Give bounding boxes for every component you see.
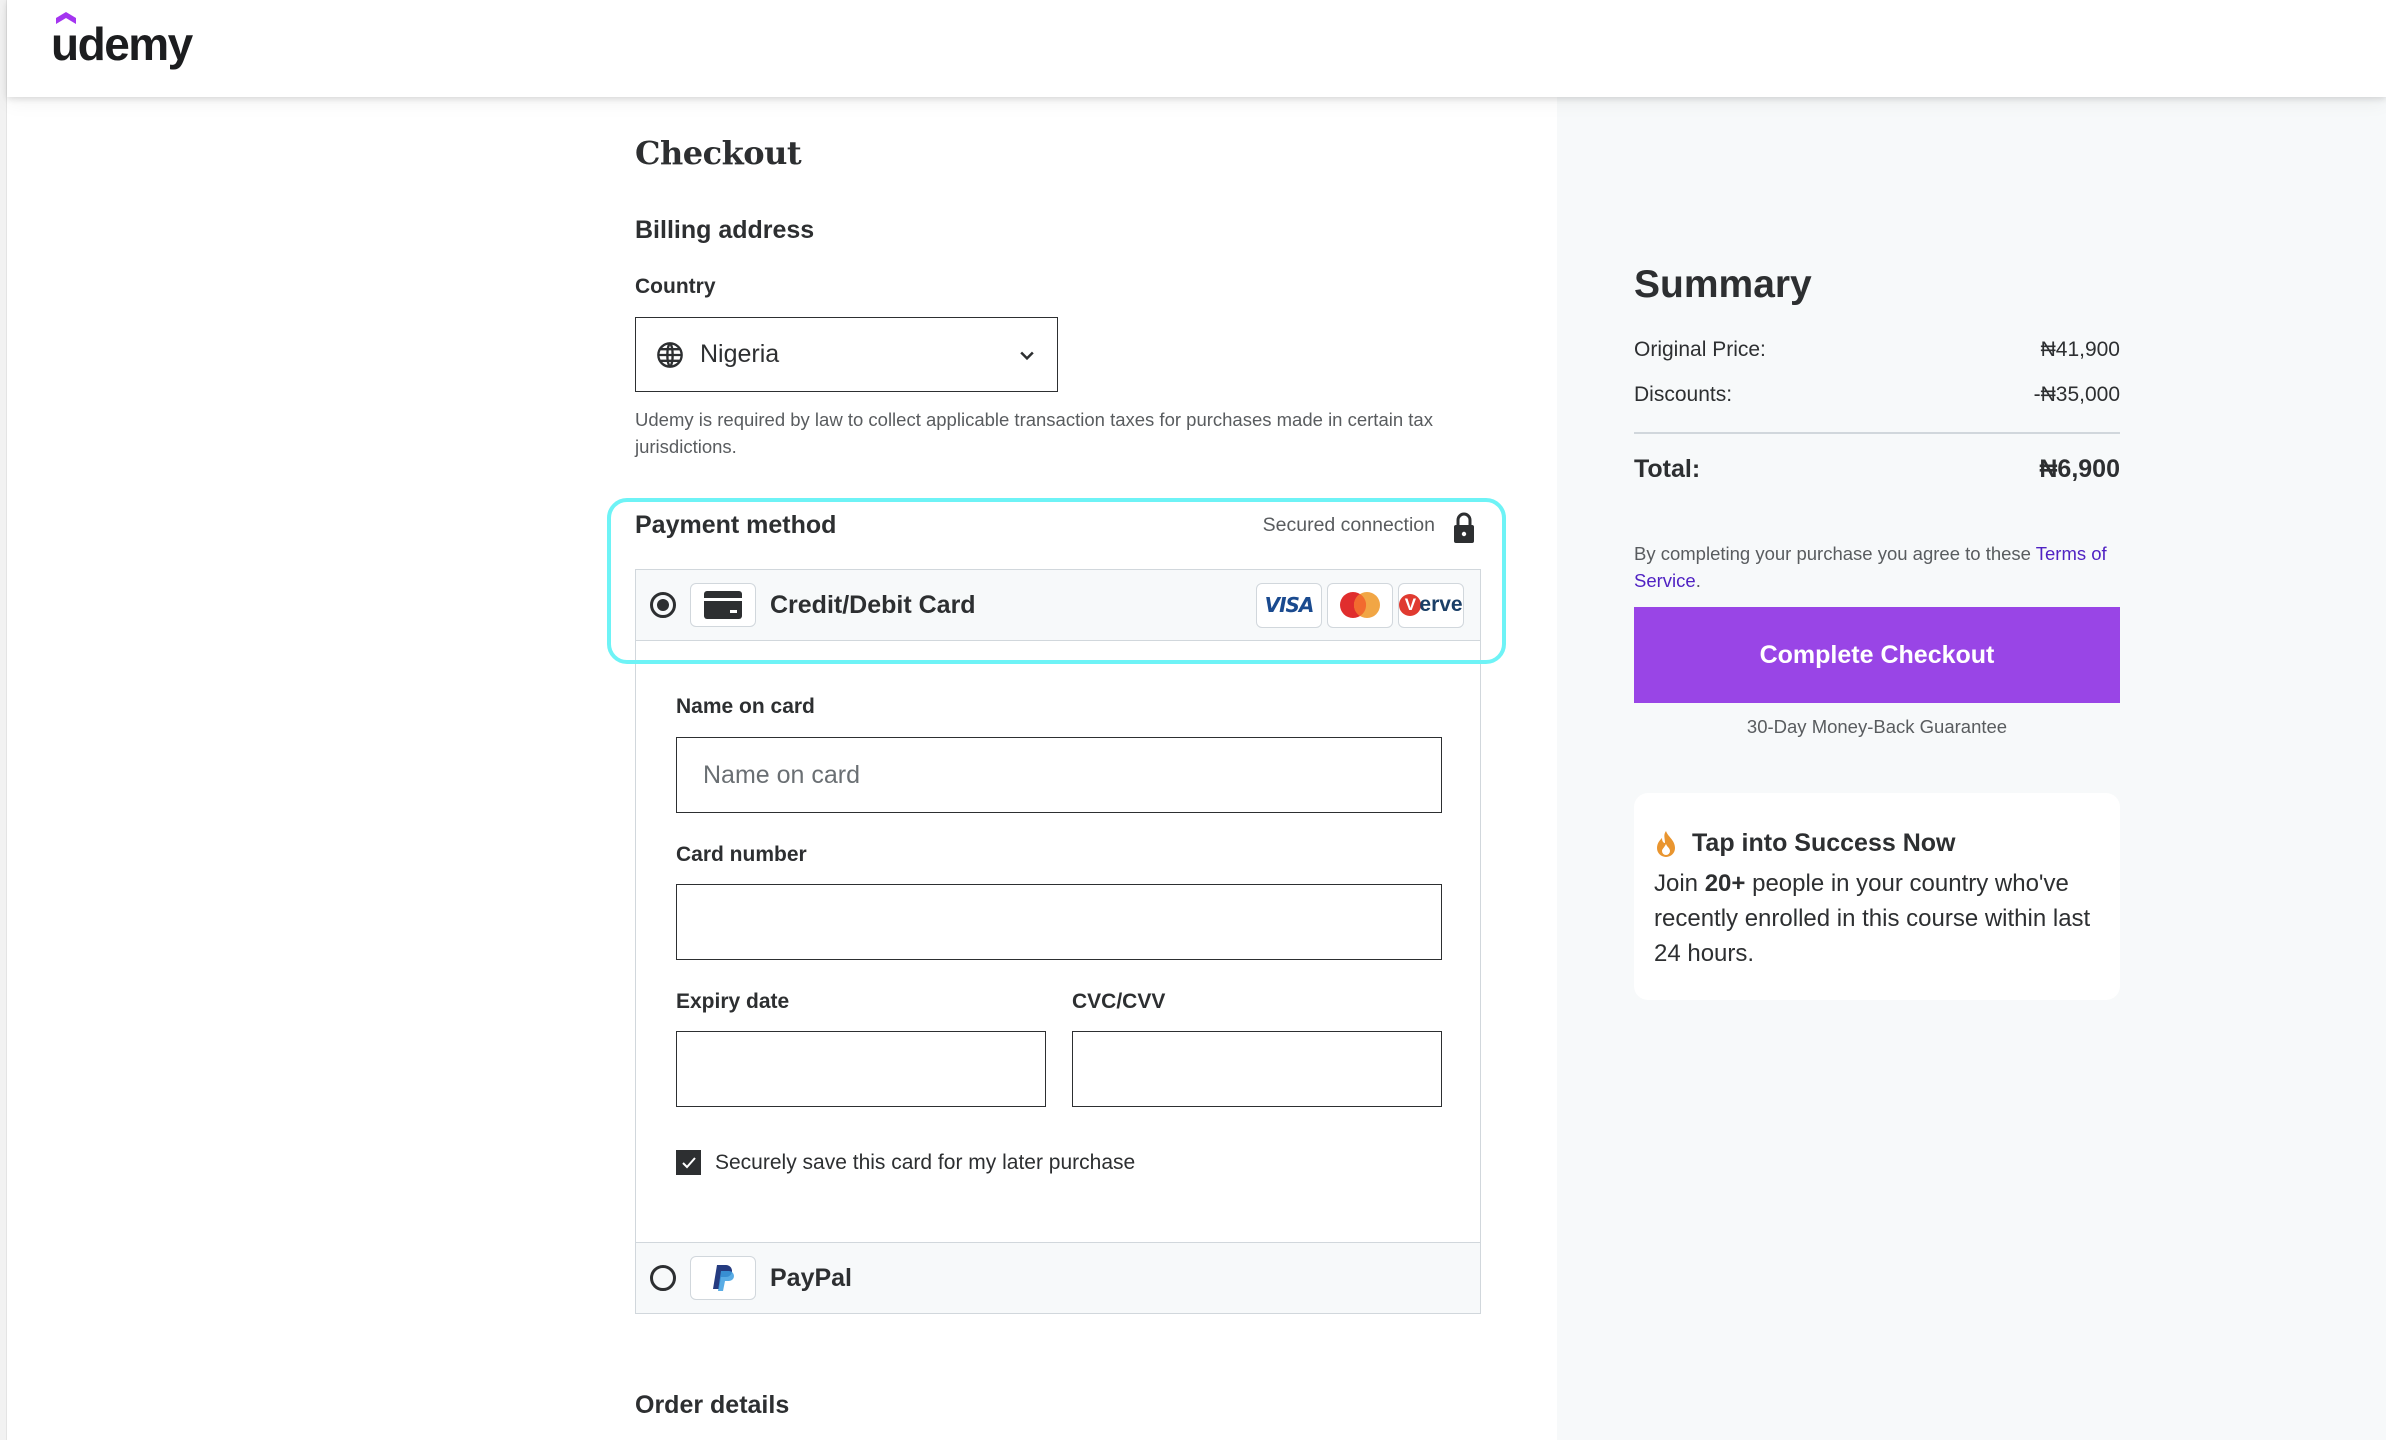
left-edge-strip: [0, 0, 7, 1440]
paypal-icon-box: [690, 1256, 756, 1300]
promo-title: Tap into Success Now: [1692, 829, 1956, 857]
card-number-input[interactable]: [676, 884, 1442, 960]
site-header: udemy: [7, 0, 2386, 97]
payment-methods-panel: Credit/Debit Card VISA Verve Name on car…: [635, 569, 1481, 1314]
fire-icon: [1657, 830, 1675, 857]
udemy-logo[interactable]: udemy: [51, 10, 201, 70]
credit-card-icon: [704, 591, 742, 619]
original-price-value: ₦41,900: [2040, 338, 2120, 361]
card-option-label: Credit/Debit Card: [770, 590, 976, 619]
visa-logo: VISA: [1256, 582, 1322, 628]
terms-notice: By completing your purchase you agree to…: [1634, 543, 2107, 591]
country-label: Country: [635, 275, 716, 298]
card-radio[interactable]: [650, 592, 676, 618]
cvc-input[interactable]: [1072, 1031, 1442, 1107]
payment-method-heading: Payment method: [635, 511, 837, 539]
discounts-label: Discounts:: [1634, 383, 1733, 406]
globe-icon: [657, 341, 683, 368]
summary-divider: [1634, 432, 2120, 434]
chevron-down-icon: [1020, 351, 1034, 360]
discounts-row: Discounts: -₦35,000: [1634, 383, 2120, 407]
money-back-guarantee: 30-Day Money-Back Guarantee: [1746, 716, 2008, 737]
checkmark-icon: [681, 1156, 696, 1168]
save-card-option[interactable]: Securely save this card for my later pur…: [676, 1150, 1135, 1175]
cvc-label: CVC/CVV: [1072, 990, 1166, 1013]
payment-option-paypal[interactable]: PayPal: [636, 1242, 1480, 1313]
name-on-card-label: Name on card: [676, 695, 815, 718]
name-on-card-input[interactable]: [676, 737, 1442, 813]
expiry-date-label: Expiry date: [676, 990, 790, 1013]
paypal-icon: [713, 1265, 734, 1291]
tax-note: Udemy is required by law to collect appl…: [635, 409, 1433, 457]
summary-heading: Summary: [1634, 263, 1812, 306]
secured-connection-text: Secured connection: [1262, 514, 1435, 536]
country-value: Nigeria: [700, 340, 780, 368]
order-details-heading: Order details: [635, 1391, 790, 1419]
card-brand-logos: VISA Verve: [1256, 582, 1464, 628]
total-label: Total:: [1634, 455, 1701, 483]
save-card-label: Securely save this card for my later pur…: [715, 1150, 1136, 1174]
complete-checkout-button[interactable]: Complete Checkout: [1634, 607, 2120, 703]
lock-icon: [1454, 512, 1474, 543]
original-price-row: Original Price: ₦41,900: [1634, 338, 2120, 362]
page-title: Checkout: [635, 134, 802, 172]
social-proof-card: Tap into Success Now Join 20+ people in …: [1634, 793, 2120, 1000]
billing-address-heading: Billing address: [635, 216, 815, 244]
verve-logo: Verve: [1398, 582, 1464, 628]
payment-option-card[interactable]: Credit/Debit Card VISA Verve: [636, 570, 1480, 641]
paypal-option-label: PayPal: [770, 1263, 853, 1292]
mastercard-logo: [1327, 582, 1393, 628]
credit-card-icon-box: [690, 583, 756, 627]
promo-body: Join 20+ people in your country who've r…: [1654, 870, 2091, 967]
card-number-label: Card number: [676, 843, 807, 866]
country-select[interactable]: Nigeria: [635, 317, 1058, 392]
discounts-value: -₦35,000: [2033, 383, 2120, 406]
original-price-label: Original Price:: [1634, 338, 1766, 361]
save-card-checkbox[interactable]: [676, 1150, 701, 1175]
expiry-date-input[interactable]: [676, 1031, 1046, 1107]
total-value: ₦6,900: [2039, 455, 2120, 483]
paypal-radio[interactable]: [650, 1265, 676, 1291]
total-row: Total: ₦6,900: [1634, 455, 2120, 484]
svg-text:udemy: udemy: [51, 18, 194, 70]
